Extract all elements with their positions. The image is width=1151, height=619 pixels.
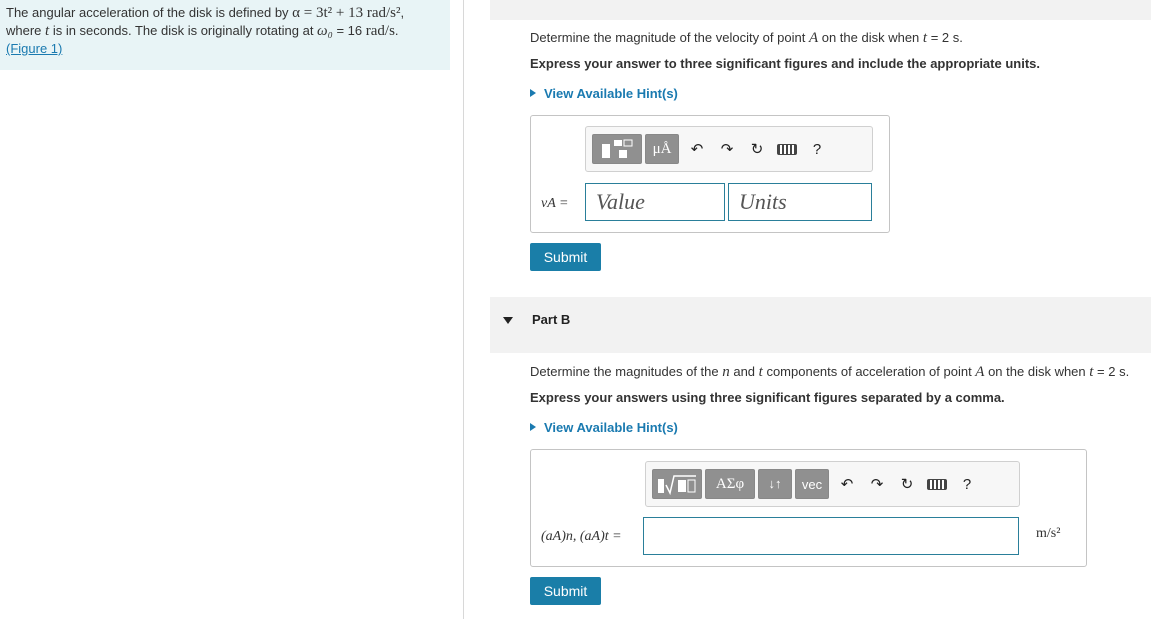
part-a-prompt: Determine the magnitude of the velocity … — [530, 30, 963, 46]
part-b-hint-toggle[interactable]: View Available Hint(s) — [530, 420, 678, 435]
expand-arrow-icon — [530, 89, 536, 97]
reset-icon[interactable]: ↻ — [742, 134, 772, 164]
undo-icon[interactable]: ↶ — [832, 469, 862, 499]
fraction-template-icon — [602, 139, 633, 158]
vector-button[interactable]: vec — [795, 469, 829, 499]
fraction-template-button[interactable] — [592, 134, 642, 164]
problem-line-1: The angular acceleration of the disk is … — [6, 5, 405, 21]
part-b-instruction: Express your answers using three signifi… — [530, 390, 1005, 405]
part-b-header-bar — [490, 297, 1151, 353]
reset-icon[interactable]: ↻ — [892, 469, 922, 499]
part-b-submit-button[interactable]: Submit — [530, 577, 601, 605]
part-a-header-bar — [490, 0, 1151, 20]
part-b-title[interactable]: Part B — [532, 312, 570, 327]
problem-statement: The angular acceleration of the disk is … — [0, 0, 450, 70]
part-a-instruction: Express your answer to three significant… — [530, 56, 1040, 71]
radical-template-icon — [658, 475, 696, 495]
keyboard-icon[interactable] — [922, 469, 952, 499]
help-icon[interactable]: ? — [802, 134, 832, 164]
part-a-hint-toggle[interactable]: View Available Hint(s) — [530, 86, 678, 101]
arrows-button[interactable]: ↓↑ — [758, 469, 792, 499]
expand-arrow-icon — [530, 423, 536, 431]
help-icon[interactable]: ? — [952, 469, 982, 499]
part-b-math-toolbar: ΑΣφ ↓↑ vec ↶ ↷ ↻ ? — [645, 461, 1020, 507]
value-input[interactable]: Value — [585, 183, 725, 221]
unit-label: m/s² — [1036, 526, 1061, 541]
part-a-submit-button[interactable]: Submit — [530, 243, 601, 271]
answer-input[interactable] — [643, 517, 1019, 555]
part-b-prompt: Determine the magnitudes of the n and t … — [530, 364, 1130, 380]
column-divider — [463, 0, 464, 619]
figure-link[interactable]: (Figure 1) — [6, 41, 62, 56]
greek-symbols-button[interactable]: ΑΣφ — [705, 469, 755, 499]
redo-icon[interactable]: ↷ — [862, 469, 892, 499]
part-b-variable-label: (aA)n, (aA)t = — [541, 529, 622, 544]
collapse-arrow-icon[interactable] — [503, 317, 513, 324]
part-a-math-toolbar: μÅ ↶ ↷ ↻ ? — [585, 126, 873, 172]
units-button[interactable]: μÅ — [645, 134, 679, 164]
template-radical-button[interactable] — [652, 469, 702, 499]
part-a-variable-label: vA = — [541, 196, 569, 211]
problem-line-2: where t is in seconds. The disk is origi… — [6, 23, 399, 39]
keyboard-icon[interactable] — [772, 134, 802, 164]
redo-icon[interactable]: ↷ — [712, 134, 742, 164]
units-input[interactable]: Units — [728, 183, 872, 221]
alpha-equation: α = 3t² + 13 rad/s² — [292, 5, 401, 21]
undo-icon[interactable]: ↶ — [682, 134, 712, 164]
